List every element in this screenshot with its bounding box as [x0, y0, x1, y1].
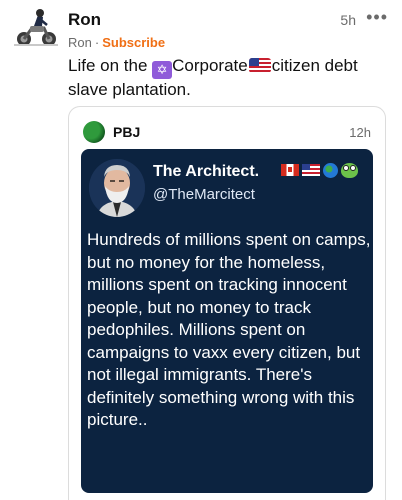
tweet-author-avatar [89, 159, 145, 217]
embedded-tweet-image[interactable]: The Architect. @TheMarcitect Hundreds of… [81, 149, 373, 493]
globe-icon [323, 163, 338, 178]
tweet-text: Hundreds of millions spent on camps, but… [87, 230, 371, 429]
more-options-icon[interactable]: ••• [366, 7, 388, 28]
subscribe-button[interactable]: Subscribe [102, 35, 165, 50]
separator-dot: · [94, 35, 100, 50]
feed-post: Ron 5h ••• Ron · Subscribe Life on the ✡ Co… [0, 0, 402, 500]
us-flag-icon [248, 58, 271, 73]
motorcycle-rider-icon [14, 9, 58, 46]
quoted-author[interactable]: PBJ [113, 124, 140, 140]
bearded-man-portrait-icon [89, 159, 145, 217]
post-author[interactable]: Ron [68, 10, 101, 30]
quoted-post-card[interactable]: PBJ 12h The Architect. @TheMarcitect Hun… [68, 106, 386, 500]
tweet-author-handle: @TheMarcitect [153, 186, 255, 203]
tweet-name-emojis [281, 163, 358, 178]
author-subtitle: Ron · Subscribe [68, 35, 165, 50]
post-body: Life on the ✡ Corporate citizen debt slave… [68, 55, 392, 101]
sub-author-name: Ron [68, 35, 92, 50]
canada-flag-icon [281, 164, 299, 176]
quoted-author-avatar[interactable] [83, 121, 105, 143]
us-flag-icon [302, 164, 320, 176]
frog-icon [341, 163, 358, 178]
post-timestamp: 5h [340, 12, 356, 28]
quoted-timestamp: 12h [349, 125, 371, 140]
post-text-part1: Life on the [68, 56, 153, 75]
tweet-author-name: The Architect. [153, 163, 260, 180]
star-of-david-icon: ✡ [152, 61, 173, 79]
user-avatar[interactable] [14, 8, 58, 48]
post-text-part2: Corporate [172, 56, 248, 75]
